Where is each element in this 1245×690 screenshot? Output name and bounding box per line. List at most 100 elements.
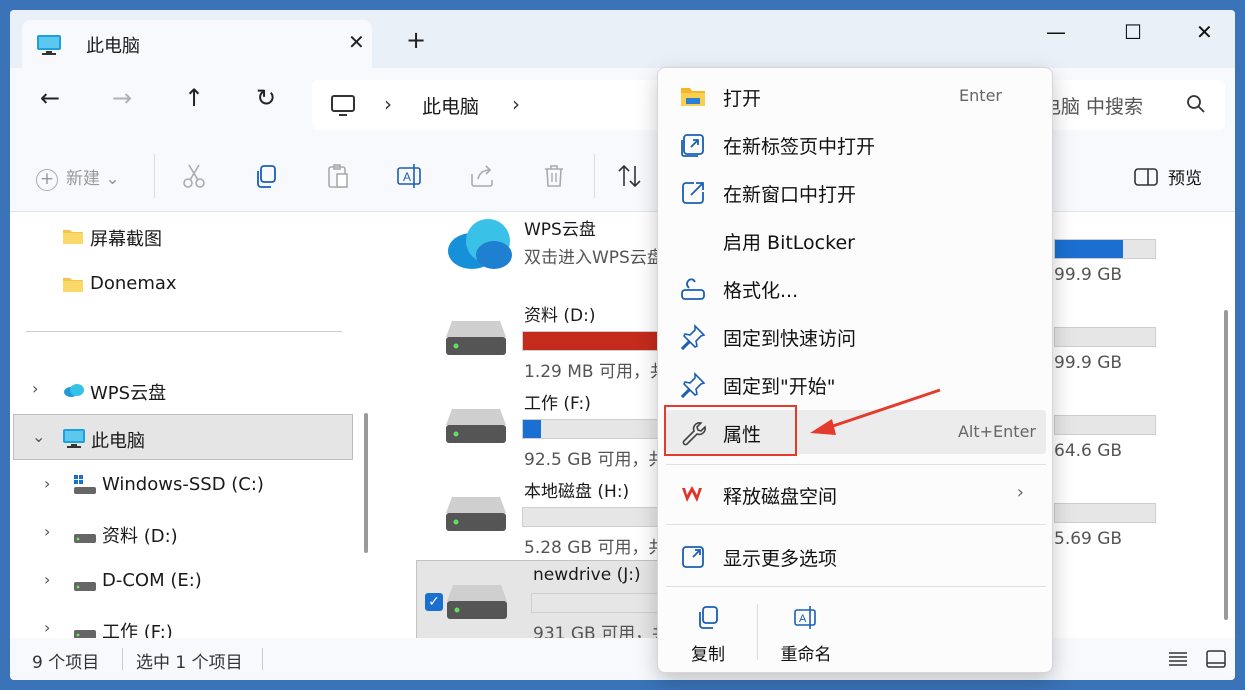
format-drive-icon bbox=[680, 276, 706, 302]
chevron-right-icon[interactable]: › bbox=[32, 379, 38, 398]
up-button[interactable]: ↑ bbox=[178, 84, 210, 116]
open-in-new-window-icon bbox=[680, 180, 706, 206]
details-view-icon[interactable] bbox=[1168, 650, 1188, 672]
menu-item-format[interactable]: 格式化... bbox=[666, 266, 1046, 310]
pin-icon bbox=[680, 324, 706, 351]
minimize-button[interactable]: — bbox=[1046, 20, 1066, 44]
menu-separator bbox=[666, 464, 1046, 465]
menu-item-open[interactable]: 打开 Enter bbox=[666, 74, 1046, 118]
content-scrollbar[interactable] bbox=[1224, 310, 1228, 620]
new-tab-button[interactable]: + bbox=[406, 28, 426, 52]
preview-button[interactable]: 预览 bbox=[1134, 164, 1202, 189]
sidebar-item-drive-c[interactable]: › Windows-SSD (C:) bbox=[10, 462, 353, 508]
search-icon bbox=[1186, 94, 1206, 118]
paste-icon[interactable] bbox=[324, 162, 352, 190]
sidebar-item-this-pc[interactable]: ⌄ 此电脑 bbox=[13, 414, 353, 460]
sidebar-divider bbox=[26, 331, 342, 332]
drive-total-size: 5.69 GB bbox=[1054, 529, 1123, 549]
monitor-icon bbox=[62, 428, 86, 453]
close-window-button[interactable]: ✕ bbox=[1196, 20, 1213, 44]
new-label: 新建 bbox=[66, 169, 100, 189]
drive-wps-cloud[interactable]: WPS云盘 双击进入WPS云盘 bbox=[382, 213, 682, 295]
status-divider bbox=[122, 648, 123, 670]
new-button[interactable]: + 新建 ⌄ bbox=[36, 164, 120, 191]
delete-icon[interactable] bbox=[540, 162, 568, 190]
folder-icon bbox=[62, 275, 84, 298]
menu-separator bbox=[666, 524, 1046, 525]
chevron-right-icon[interactable]: › bbox=[44, 618, 50, 637]
drive-free-space: 5.28 GB 可用，共 bbox=[524, 538, 666, 558]
toolbar-divider bbox=[154, 154, 155, 198]
drive-name: 资料 (D:) bbox=[524, 306, 596, 326]
status-divider bbox=[262, 648, 263, 670]
chevron-right-icon[interactable]: › bbox=[44, 474, 50, 493]
address-bar[interactable]: › 此电脑 › bbox=[312, 80, 692, 130]
open-in-new-tab-icon bbox=[680, 132, 706, 158]
navigation-pane: 屏幕截图 Donemax › WPS云盘 ⌄ 此电脑 › Windows-SSD… bbox=[10, 213, 380, 643]
drive-usage-bar bbox=[1054, 415, 1156, 435]
cut-icon[interactable] bbox=[180, 162, 208, 190]
tab-title: 此电脑 bbox=[86, 36, 140, 57]
cloud-icon bbox=[444, 215, 516, 275]
folder-icon bbox=[62, 227, 84, 250]
sidebar-item-screenshots[interactable]: 屏幕截图 bbox=[10, 213, 353, 259]
selection-count: 选中 1 个项目 bbox=[136, 653, 243, 673]
shortcut-text: Enter bbox=[959, 86, 1002, 105]
menu-item-free-disk-space[interactable]: 释放磁盘空间 › bbox=[666, 472, 1046, 516]
rename-icon[interactable]: A bbox=[396, 162, 424, 190]
hard-drive-icon bbox=[444, 317, 508, 361]
sidebar-scrollbar[interactable] bbox=[364, 413, 368, 553]
sidebar-item-wps-cloud[interactable]: › WPS云盘 bbox=[10, 367, 353, 413]
menu-item-pin-quick-access[interactable]: 固定到快速访问 bbox=[666, 314, 1046, 358]
folder-icon bbox=[680, 84, 706, 110]
drive-total-size: 64.6 GB bbox=[1054, 441, 1123, 461]
chevron-right-icon[interactable]: › bbox=[44, 570, 50, 589]
hard-drive-icon bbox=[445, 581, 509, 625]
svg-text:A: A bbox=[403, 170, 411, 184]
refresh-button[interactable]: ↻ bbox=[250, 84, 282, 116]
drive-h[interactable]: 本地磁盘 (H:) 5.28 GB 可用，共 bbox=[382, 475, 682, 558]
rename-label: 重命名 bbox=[780, 645, 832, 665]
chevron-down-icon[interactable]: ⌄ bbox=[32, 427, 45, 446]
hard-drive-icon bbox=[444, 493, 508, 537]
breadcrumb-this-pc[interactable]: 此电脑 bbox=[422, 92, 479, 119]
drive-d[interactable]: 资料 (D:) 1.29 MB 可用，共 bbox=[382, 299, 682, 382]
back-button[interactable]: ← bbox=[34, 84, 66, 116]
drive-name: 工作 (F:) bbox=[524, 394, 591, 414]
sidebar-item-drive-e[interactable]: › D-COM (E:) bbox=[10, 558, 353, 604]
windows-drive-icon bbox=[74, 475, 96, 500]
drive-name: WPS云盘 bbox=[524, 220, 596, 240]
drive-usage-bar bbox=[1054, 503, 1156, 523]
tab-this-pc[interactable]: 此电脑 ✕ bbox=[22, 20, 372, 68]
rename-button[interactable]: A 重命名 bbox=[756, 604, 856, 665]
sidebar-item-drive-d[interactable]: › 资料 (D:) bbox=[10, 510, 353, 556]
chevron-right-icon[interactable]: › bbox=[44, 522, 50, 541]
pin-icon bbox=[680, 372, 706, 399]
drive-j[interactable]: ✓ newdrive (J:) 931 GB 可用，共 bbox=[416, 560, 682, 644]
breadcrumb-separator[interactable]: › bbox=[512, 92, 520, 116]
maximize-button[interactable]: ☐ bbox=[1124, 20, 1142, 44]
show-more-icon bbox=[680, 544, 706, 570]
drive-name: newdrive (J:) bbox=[533, 565, 641, 585]
selection-checkbox[interactable]: ✓ bbox=[425, 593, 443, 611]
rename-icon: A bbox=[793, 606, 819, 634]
drive-f[interactable]: 工作 (F:) 92.5 GB 可用，共 bbox=[382, 387, 682, 470]
drive-total-size: 99.9 GB bbox=[1054, 353, 1123, 373]
monitor-icon bbox=[36, 34, 62, 60]
share-icon[interactable] bbox=[468, 162, 496, 190]
menu-item-bitlocker[interactable]: 启用 BitLocker bbox=[666, 218, 1046, 262]
cloud-icon bbox=[62, 382, 86, 403]
copy-icon[interactable] bbox=[252, 162, 280, 190]
forward-button[interactable]: → bbox=[106, 84, 138, 116]
menu-item-open-new-window[interactable]: 在新窗口中打开 bbox=[666, 170, 1046, 214]
sort-icon[interactable] bbox=[616, 162, 644, 190]
sidebar-item-donemax[interactable]: Donemax bbox=[10, 261, 353, 307]
shortcut-text: Alt+Enter bbox=[957, 422, 1036, 441]
copy-button[interactable]: 复制 bbox=[658, 604, 758, 665]
tiles-view-icon[interactable] bbox=[1206, 650, 1226, 672]
menu-item-show-more-options[interactable]: 显示更多选项 bbox=[666, 534, 1046, 578]
tab-close-icon[interactable]: ✕ bbox=[348, 30, 365, 54]
hard-drive-icon bbox=[444, 405, 508, 449]
menu-item-open-new-tab[interactable]: 在新标签页中打开 bbox=[666, 122, 1046, 166]
drive-usage-fill bbox=[523, 420, 541, 438]
